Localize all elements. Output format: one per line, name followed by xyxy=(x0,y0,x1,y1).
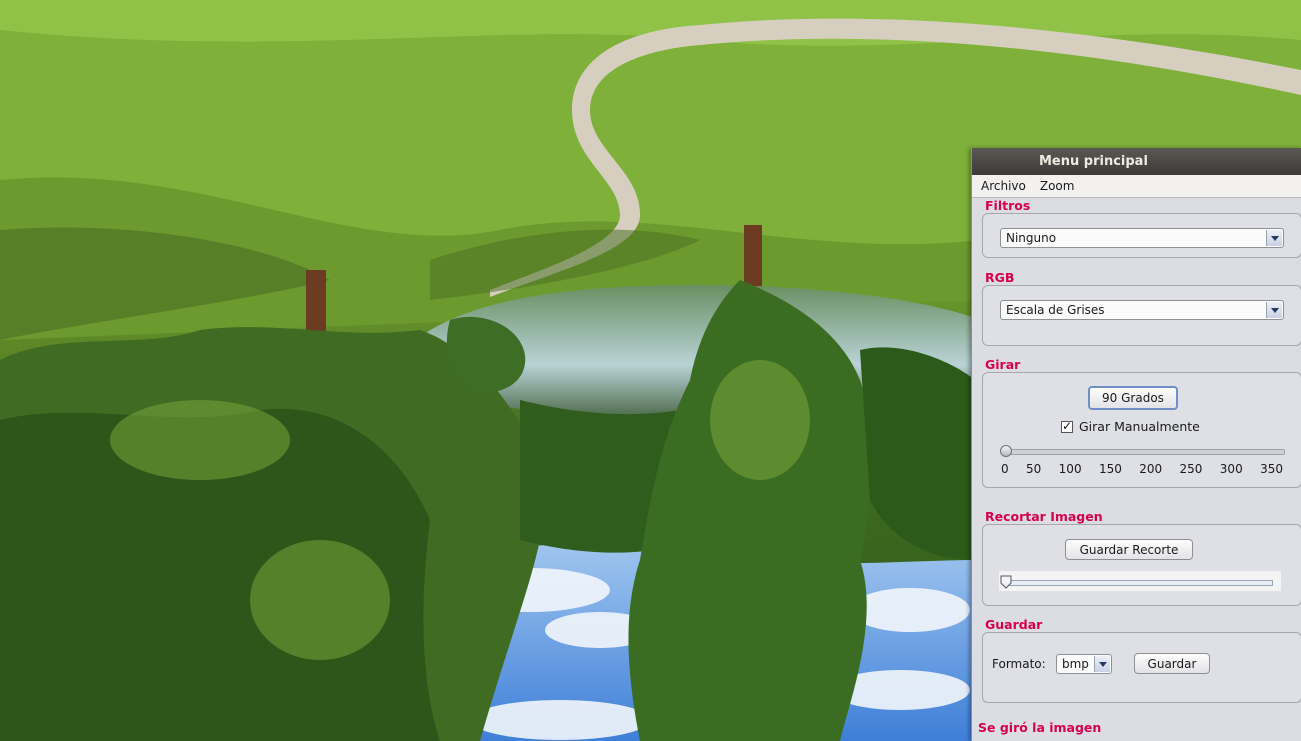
tick-label: 0 xyxy=(1001,462,1009,476)
crop-slider-track[interactable] xyxy=(1005,580,1273,586)
section-title-guardar: Guardar xyxy=(985,617,1043,632)
section-title-recortar: Recortar Imagen xyxy=(985,509,1103,524)
rotate-slider-track[interactable] xyxy=(1001,449,1285,455)
guardar-panel: Formato: bmp Guardar xyxy=(982,632,1301,703)
format-label: Formato: xyxy=(992,657,1046,671)
format-select[interactable]: bmp xyxy=(1056,654,1112,674)
menu-archivo[interactable]: Archivo xyxy=(978,179,1029,193)
main-menu-window: Menu principal Archivo Zoom Filtros Ning… xyxy=(971,148,1301,741)
tick-label: 150 xyxy=(1098,462,1122,476)
rotate-90-button[interactable]: 90 Grados xyxy=(1088,386,1178,410)
tick-label: 300 xyxy=(1219,462,1243,476)
rgb-select[interactable]: Escala de Grises xyxy=(1000,300,1284,320)
tick-label: 100 xyxy=(1058,462,1082,476)
section-title-girar: Girar xyxy=(985,357,1021,372)
tick-label: 50 xyxy=(1026,462,1042,476)
recortar-panel: Guardar Recorte xyxy=(982,524,1301,606)
dropdown-arrow-icon[interactable] xyxy=(1266,230,1282,246)
manual-rotate-label: Girar Manualmente xyxy=(1079,419,1200,434)
tick-label: 350 xyxy=(1260,462,1283,476)
section-title-filtros: Filtros xyxy=(985,198,1031,213)
rgb-panel: Escala de Grises xyxy=(982,285,1301,346)
section-title-rgb: RGB xyxy=(985,270,1015,285)
format-selected-value: bmp xyxy=(1062,657,1089,671)
window-title: Menu principal xyxy=(1039,154,1148,169)
filtros-select[interactable]: Ninguno xyxy=(1000,228,1284,248)
tick-label: 200 xyxy=(1139,462,1163,476)
save-button[interactable]: Guardar xyxy=(1134,653,1210,674)
menu-zoom[interactable]: Zoom xyxy=(1037,179,1078,193)
window-titlebar[interactable]: Menu principal xyxy=(972,148,1301,175)
filtros-selected-value: Ninguno xyxy=(1006,231,1057,245)
checkmark-icon[interactable] xyxy=(1061,419,1073,433)
dropdown-arrow-icon[interactable] xyxy=(1094,656,1110,672)
girar-panel: 90 Grados Girar Manualmente 0 50 100 150… xyxy=(982,372,1301,488)
rotate-slider-ticks: 0 50 100 150 200 250 300 350 xyxy=(1001,462,1283,476)
filtros-panel: Ninguno xyxy=(982,213,1301,258)
dropdown-arrow-icon[interactable] xyxy=(1266,302,1282,318)
save-crop-button[interactable]: Guardar Recorte xyxy=(1065,539,1193,560)
status-message: Se giró la imagen xyxy=(978,720,1102,735)
menu-bar: Archivo Zoom xyxy=(972,175,1301,198)
manual-rotate-checkbox[interactable]: Girar Manualmente xyxy=(1061,419,1200,434)
rgb-selected-value: Escala de Grises xyxy=(1006,303,1105,317)
slider-knob-icon[interactable] xyxy=(1000,445,1012,457)
tick-label: 250 xyxy=(1179,462,1203,476)
crop-slider-thumb-icon[interactable] xyxy=(1000,575,1012,589)
